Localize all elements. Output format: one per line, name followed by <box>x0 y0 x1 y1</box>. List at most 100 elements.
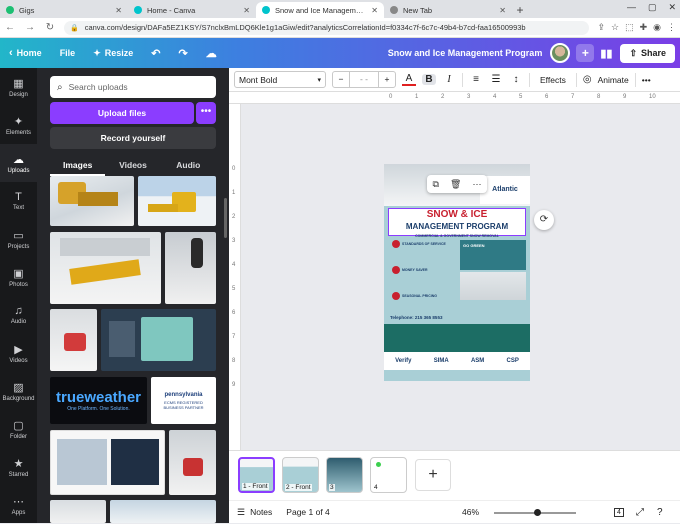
maximize-icon[interactable]: ▢ <box>648 2 657 13</box>
zoom-level[interactable]: 46% <box>462 507 479 517</box>
search-input[interactable]: ⌕ Search uploads <box>50 76 216 98</box>
upload-thumbnail[interactable] <box>101 309 216 371</box>
zoom-slider-handle[interactable] <box>534 509 541 516</box>
insights-icon[interactable]: ▮▮ <box>600 47 612 60</box>
upload-thumbnail[interactable] <box>165 232 216 304</box>
resize-button[interactable]: ✦ Resize <box>84 48 142 59</box>
font-size-field[interactable]: - - <box>349 72 379 87</box>
size-decrease-button[interactable]: − <box>333 72 349 87</box>
back-icon[interactable]: ← <box>4 22 16 33</box>
tab-images[interactable]: Images <box>50 156 106 176</box>
more-icon[interactable]: ⋯ <box>472 179 481 190</box>
close-icon[interactable]: ✕ <box>371 6 378 15</box>
profile-icon[interactable]: ◉ <box>653 22 661 33</box>
bold-icon[interactable]: B <box>422 74 436 85</box>
italic-icon[interactable]: I <box>442 74 456 85</box>
file-menu-button[interactable]: File <box>51 48 85 58</box>
upload-thumbnail[interactable] <box>50 430 165 495</box>
minimize-icon[interactable]: — <box>627 2 636 13</box>
sidebar-item-starred[interactable]: ★ Starred <box>0 448 37 486</box>
fullscreen-icon[interactable]: ⤢ <box>636 507 644 518</box>
spacing-icon[interactable]: ↕ <box>509 74 523 85</box>
page-thumbnail-3[interactable]: 3 <box>326 457 363 493</box>
sidebar-item-apps[interactable]: ⋯ Apps <box>0 486 37 524</box>
share-page-icon[interactable]: ⇪ <box>597 22 605 33</box>
sidebar-item-audio[interactable]: ♫ Audio <box>0 296 37 334</box>
upload-files-button[interactable]: Upload files <box>50 102 194 124</box>
browser-menu-icon[interactable]: ⋮ <box>667 22 676 33</box>
reload-icon[interactable]: ↻ <box>44 22 56 33</box>
sidebar-item-label: Text <box>12 205 24 211</box>
upload-more-button[interactable]: ••• <box>196 102 216 124</box>
design-title[interactable]: Snow and Ice Management Program <box>388 48 543 58</box>
sidebar-item-folder[interactable]: ▢ Folder <box>0 410 37 448</box>
browser-tab-gigs[interactable]: Gigs ✕ <box>0 2 128 18</box>
share-button[interactable]: ⇧ Share <box>620 43 675 63</box>
page-indicator[interactable]: Page 1 of 4 <box>286 507 329 517</box>
record-yourself-button[interactable]: Record yourself <box>50 127 216 149</box>
page-count-icon[interactable]: 4 <box>614 507 624 517</box>
upload-thumbnail[interactable] <box>110 500 216 523</box>
url-field[interactable]: 🔒 canva.com/design/DAFa5EZ1KSY/S7nclxBmL… <box>64 20 590 35</box>
forward-icon[interactable]: → <box>24 22 36 33</box>
panel-scrollbar[interactable] <box>224 198 227 238</box>
animate-button[interactable]: Animate <box>598 75 629 85</box>
page-thumbnail-2[interactable]: 2 - Front <box>282 457 319 493</box>
more-options-button[interactable]: ••• <box>642 75 651 85</box>
sidebar-item-text[interactable]: T Text <box>0 182 37 220</box>
avatar[interactable] <box>550 43 571 63</box>
puzzle-icon[interactable]: ✚ <box>640 22 648 33</box>
align-icon[interactable]: ≡ <box>469 74 483 85</box>
close-icon[interactable]: ✕ <box>243 6 250 15</box>
size-increase-button[interactable]: + <box>379 72 395 87</box>
sidebar-item-projects[interactable]: ▭ Projects <box>0 220 37 258</box>
home-button[interactable]: ‹ Home <box>0 47 51 59</box>
upload-thumbnail[interactable] <box>50 232 161 304</box>
help-icon[interactable]: ? <box>657 507 663 518</box>
sidebar-item-photos[interactable]: ▣ Photos <box>0 258 37 296</box>
bookmark-star-icon[interactable]: ☆ <box>611 22 619 33</box>
duplicate-icon[interactable]: ⧉ <box>433 179 439 190</box>
redo-button[interactable]: ↷ <box>170 47 197 60</box>
effects-button[interactable]: Effects <box>536 75 570 85</box>
sidebar-item-design[interactable]: ▦ Design <box>0 68 37 106</box>
upload-thumbnail[interactable] <box>169 430 216 495</box>
delete-icon[interactable]: 🗑 <box>450 179 461 190</box>
font-size-stepper[interactable]: − - - + <box>332 71 396 88</box>
upload-thumbnail[interactable] <box>138 176 216 226</box>
upload-thumbnail[interactable] <box>50 500 106 523</box>
zoom-slider[interactable] <box>494 509 576 516</box>
sidebar-item-videos[interactable]: ▶ Videos <box>0 334 37 372</box>
close-icon[interactable]: ✕ <box>115 6 122 15</box>
new-tab-button[interactable]: + <box>512 2 528 18</box>
sidebar-item-elements[interactable]: ✦ Elements <box>0 106 37 144</box>
poster-page[interactable]: Atlantic SNOW & ICE MANAGEMENT PROGRAM C… <box>384 164 530 381</box>
font-select[interactable]: Mont Bold ▾ <box>234 71 326 88</box>
sidebar-item-uploads[interactable]: ☁ Uploads <box>0 144 37 182</box>
browser-tab-snow-ice[interactable]: Snow and Ice Management Progr ✕ <box>256 2 384 18</box>
close-icon[interactable]: ✕ <box>499 6 506 15</box>
upload-thumbnail[interactable] <box>50 176 134 226</box>
browser-tab-new-tab[interactable]: New Tab ✕ <box>384 2 512 18</box>
save-status-button[interactable]: ☁ <box>197 47 226 60</box>
tab-audio[interactable]: Audio <box>161 156 216 176</box>
refresh-icon[interactable]: ⟳ <box>534 210 554 230</box>
notes-icon[interactable]: ☰ <box>237 507 245 518</box>
text-color-icon[interactable]: A <box>402 73 416 86</box>
browser-tab-home-canva[interactable]: Home - Canva ✕ <box>128 2 256 18</box>
page-thumbnail-1[interactable]: 1 - Front <box>238 457 275 493</box>
add-page-button[interactable]: + <box>415 459 451 491</box>
upload-thumbnail-trueweather[interactable]: trueweather One Platform. One Solution. <box>50 377 147 424</box>
notes-button[interactable]: Notes <box>250 507 272 517</box>
list-icon[interactable]: ☰ <box>489 74 503 85</box>
page-thumbnail-4[interactable]: 4 <box>370 457 407 493</box>
tab-videos[interactable]: Videos <box>105 156 160 176</box>
sidebar-item-background[interactable]: ▨ Background <box>0 372 37 410</box>
extension-icon[interactable]: ⬚ <box>625 22 634 33</box>
window-close-icon[interactable]: ✕ <box>668 2 676 13</box>
undo-button[interactable]: ↶ <box>142 47 169 60</box>
upload-thumbnail[interactable] <box>50 309 97 371</box>
animate-icon[interactable]: ◎ <box>583 74 592 85</box>
upload-thumbnail-pennsylvania[interactable]: pennsylvania ECMS REGISTERED BUSINESS PA… <box>151 377 216 424</box>
invite-button[interactable]: + <box>576 44 595 62</box>
